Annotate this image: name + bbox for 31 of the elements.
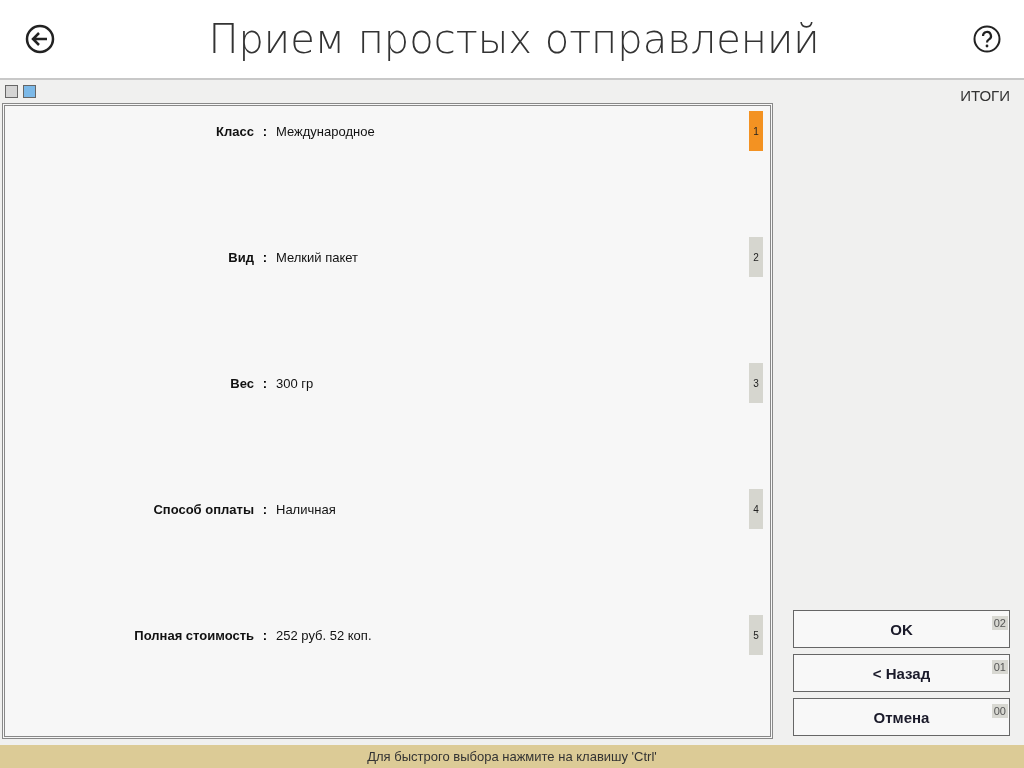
page-title: Прием простых отправлений xyxy=(208,16,820,62)
status-bar: Для быстрого выбора нажмите на клавишу 'Ctrl' xyxy=(0,745,1024,768)
field-tab[interactable]: 2 xyxy=(749,237,763,277)
action-button[interactable]: OK 02 xyxy=(793,610,1010,648)
field-label: Вес xyxy=(229,376,254,391)
field-label: Полная стоимость xyxy=(133,628,254,643)
field-value: Наличная xyxy=(276,502,337,517)
separator: : xyxy=(261,250,269,265)
field-value: 300 гр xyxy=(276,376,315,391)
field-value: Мелкий пакет xyxy=(276,250,360,265)
separator: : xyxy=(261,376,269,391)
shortcut-badge: 00 xyxy=(991,704,1008,718)
separator: : xyxy=(261,502,269,517)
shortcut-badge: 02 xyxy=(991,616,1008,630)
shortcut-badge: 01 xyxy=(991,660,1008,674)
back-icon[interactable] xyxy=(24,23,56,55)
help-icon[interactable] xyxy=(972,24,1002,54)
field-tab[interactable]: 1 xyxy=(749,111,763,151)
field-label: Вид xyxy=(227,250,254,265)
field-label: Класс xyxy=(215,124,254,139)
field-tab[interactable]: 3 xyxy=(749,363,763,403)
action-button[interactable]: < Назад 01 xyxy=(793,654,1010,692)
field-tab[interactable]: 4 xyxy=(749,489,763,529)
summary-title: ИТОГИ xyxy=(959,87,1010,104)
field-label: Способ оплаты xyxy=(152,502,254,517)
field-value: Международное xyxy=(276,124,376,139)
field-value: 252 руб. 52 коп. xyxy=(276,628,373,643)
field-tab[interactable]: 5 xyxy=(749,615,763,655)
separator: : xyxy=(261,628,269,643)
separator: : xyxy=(261,124,269,139)
action-button[interactable]: Отмена 00 xyxy=(793,698,1010,736)
